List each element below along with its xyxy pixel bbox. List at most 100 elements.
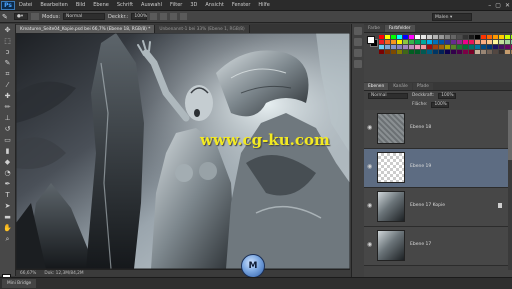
pressure-opacity-icon[interactable]: [150, 13, 158, 20]
color-swatch[interactable]: [463, 45, 468, 49]
blend-mode-select[interactable]: Normal: [368, 92, 408, 99]
menu-0[interactable]: Datei: [15, 2, 36, 8]
color-swatch[interactable]: [493, 45, 498, 49]
color-swatch[interactable]: [487, 40, 492, 44]
color-swatch[interactable]: [433, 50, 438, 54]
pen-icon[interactable]: ✒: [3, 180, 12, 189]
color-swatch[interactable]: [427, 35, 432, 39]
color-swatch[interactable]: [451, 40, 456, 44]
color-swatch[interactable]: [391, 40, 396, 44]
color-swatch[interactable]: [403, 45, 408, 49]
color-swatch[interactable]: [505, 40, 510, 44]
brush-panel-icon[interactable]: [31, 13, 39, 20]
color-swatch[interactable]: [463, 50, 468, 54]
move-icon[interactable]: ✥: [3, 26, 12, 35]
color-swatch[interactable]: [379, 50, 384, 54]
character-panel-icon[interactable]: [354, 49, 362, 57]
color-swatch[interactable]: [457, 50, 462, 54]
foreground-swatch[interactable]: [367, 36, 375, 44]
blur-icon[interactable]: ◆: [3, 158, 12, 167]
tab-document-untitled[interactable]: Unbenannt-1 bei 33% (Ebene 1, RGB/8): [155, 25, 250, 33]
marquee-icon[interactable]: ⬚: [3, 37, 12, 46]
color-swatch[interactable]: [385, 50, 390, 54]
color-swatch[interactable]: [451, 50, 456, 54]
paragraph-panel-icon[interactable]: [354, 60, 362, 68]
color-swatch[interactable]: [505, 45, 510, 49]
minimize-icon[interactable]: –: [488, 2, 491, 9]
flow-icon[interactable]: [160, 13, 168, 20]
color-swatch[interactable]: [505, 50, 510, 54]
layer-row[interactable]: ◉ Ebene 17 Kopie: [364, 188, 512, 227]
color-swatch[interactable]: [379, 40, 384, 44]
dodge-icon[interactable]: ◔: [3, 169, 12, 178]
color-swatch[interactable]: [385, 35, 390, 39]
color-swatch[interactable]: [463, 35, 468, 39]
tab-layers[interactable]: Ebenen: [364, 83, 389, 90]
color-swatch[interactable]: [409, 45, 414, 49]
color-swatch[interactable]: [487, 45, 492, 49]
hand-icon[interactable]: ✋: [3, 224, 12, 233]
menu-10[interactable]: Hilfe: [254, 2, 273, 8]
color-swatch[interactable]: [463, 40, 468, 44]
airbrush-icon[interactable]: [170, 13, 178, 20]
brush-preset-picker[interactable]: ●▾: [14, 13, 28, 20]
tab-document-main[interactable]: Kreaturen_Seite04_Kopie.psd bei 66,7% (E…: [16, 25, 156, 33]
gradient-icon[interactable]: ▮: [3, 147, 12, 156]
color-swatch[interactable]: [409, 50, 414, 54]
tab-color[interactable]: Farbe: [364, 25, 384, 32]
menu-8[interactable]: Ansicht: [201, 2, 227, 8]
color-swatch[interactable]: [451, 35, 456, 39]
path-select-icon[interactable]: ➤: [3, 202, 12, 211]
color-swatch[interactable]: [499, 40, 504, 44]
shape-icon[interactable]: ▬: [3, 213, 12, 222]
color-swatch[interactable]: [487, 35, 492, 39]
color-swatch[interactable]: [427, 40, 432, 44]
color-swatch[interactable]: [391, 35, 396, 39]
zoom-icon[interactable]: ⌕: [3, 235, 12, 244]
color-swatch[interactable]: [493, 50, 498, 54]
color-swatch[interactable]: [433, 40, 438, 44]
layer-row[interactable]: ◉ Ebene 19: [364, 149, 512, 188]
menu-9[interactable]: Fenster: [228, 2, 255, 8]
color-swatch[interactable]: [481, 40, 486, 44]
layer-row[interactable]: ◉ Ebene 18: [364, 110, 512, 149]
color-swatch[interactable]: [499, 35, 504, 39]
quick-select-icon[interactable]: ✎: [3, 59, 12, 68]
menu-5[interactable]: Auswahl: [137, 2, 166, 8]
color-swatch[interactable]: [409, 35, 414, 39]
eraser-icon[interactable]: ▭: [3, 136, 12, 145]
color-swatch[interactable]: [397, 35, 402, 39]
color-swatch[interactable]: [403, 35, 408, 39]
history-brush-icon[interactable]: ↺: [3, 125, 12, 134]
opacity-field[interactable]: 100%: [131, 13, 148, 20]
close-icon[interactable]: ✕: [505, 2, 510, 9]
color-swatch[interactable]: [415, 50, 420, 54]
lasso-icon[interactable]: ↄ: [3, 48, 12, 57]
layers-scrollbar[interactable]: [508, 110, 512, 270]
eyedropper-icon[interactable]: ⁄: [3, 81, 12, 90]
color-swatch[interactable]: [391, 45, 396, 49]
tab-paths[interactable]: Pfade: [412, 83, 433, 90]
color-swatch[interactable]: [457, 35, 462, 39]
pressure-size-icon[interactable]: [180, 13, 188, 20]
color-swatch[interactable]: [493, 35, 498, 39]
color-swatch[interactable]: [403, 50, 408, 54]
mode-select[interactable]: Normal: [63, 13, 106, 20]
color-swatch[interactable]: [487, 50, 492, 54]
color-swatch[interactable]: [445, 45, 450, 49]
color-swatch[interactable]: [457, 40, 462, 44]
color-swatch[interactable]: [421, 45, 426, 49]
color-swatch[interactable]: [397, 50, 402, 54]
brush-tool-icon[interactable]: ✎: [2, 13, 11, 21]
layer-fill-field[interactable]: 100%: [431, 101, 450, 108]
color-swatch[interactable]: [439, 35, 444, 39]
color-swatch[interactable]: [409, 40, 414, 44]
color-swatch[interactable]: [379, 35, 384, 39]
color-swatch[interactable]: [439, 40, 444, 44]
color-swatch[interactable]: [403, 40, 408, 44]
color-swatch[interactable]: [415, 45, 420, 49]
color-swatch[interactable]: [499, 45, 504, 49]
color-swatch[interactable]: [427, 45, 432, 49]
color-swatch[interactable]: [385, 45, 390, 49]
color-swatch[interactable]: [427, 50, 432, 54]
